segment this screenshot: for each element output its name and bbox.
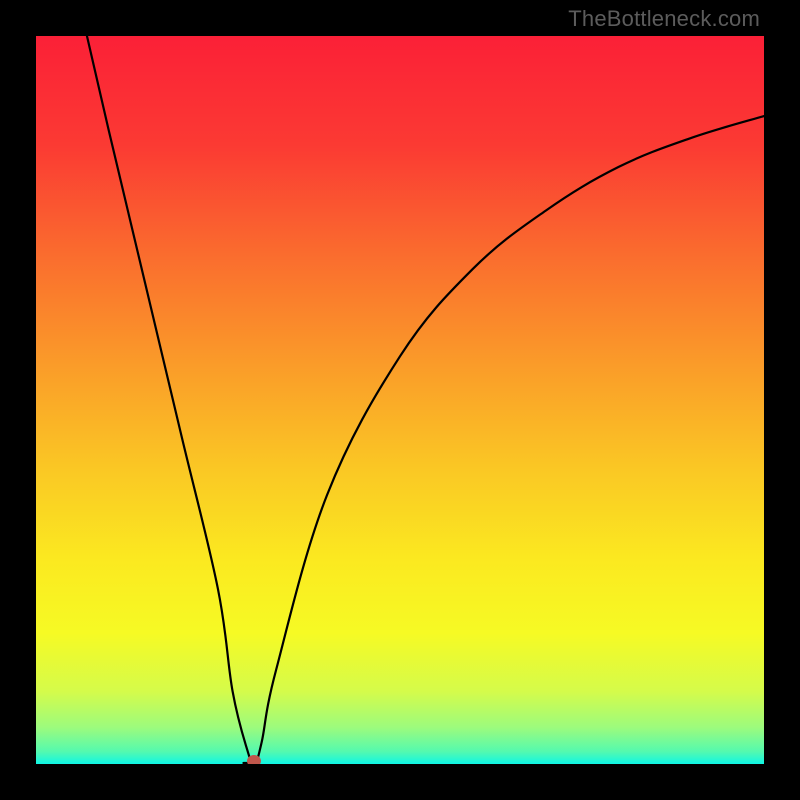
bottleneck-curve <box>36 36 764 764</box>
chart-plot-area <box>36 36 764 764</box>
watermark-text: TheBottleneck.com <box>568 6 760 32</box>
optimum-marker <box>247 755 261 764</box>
